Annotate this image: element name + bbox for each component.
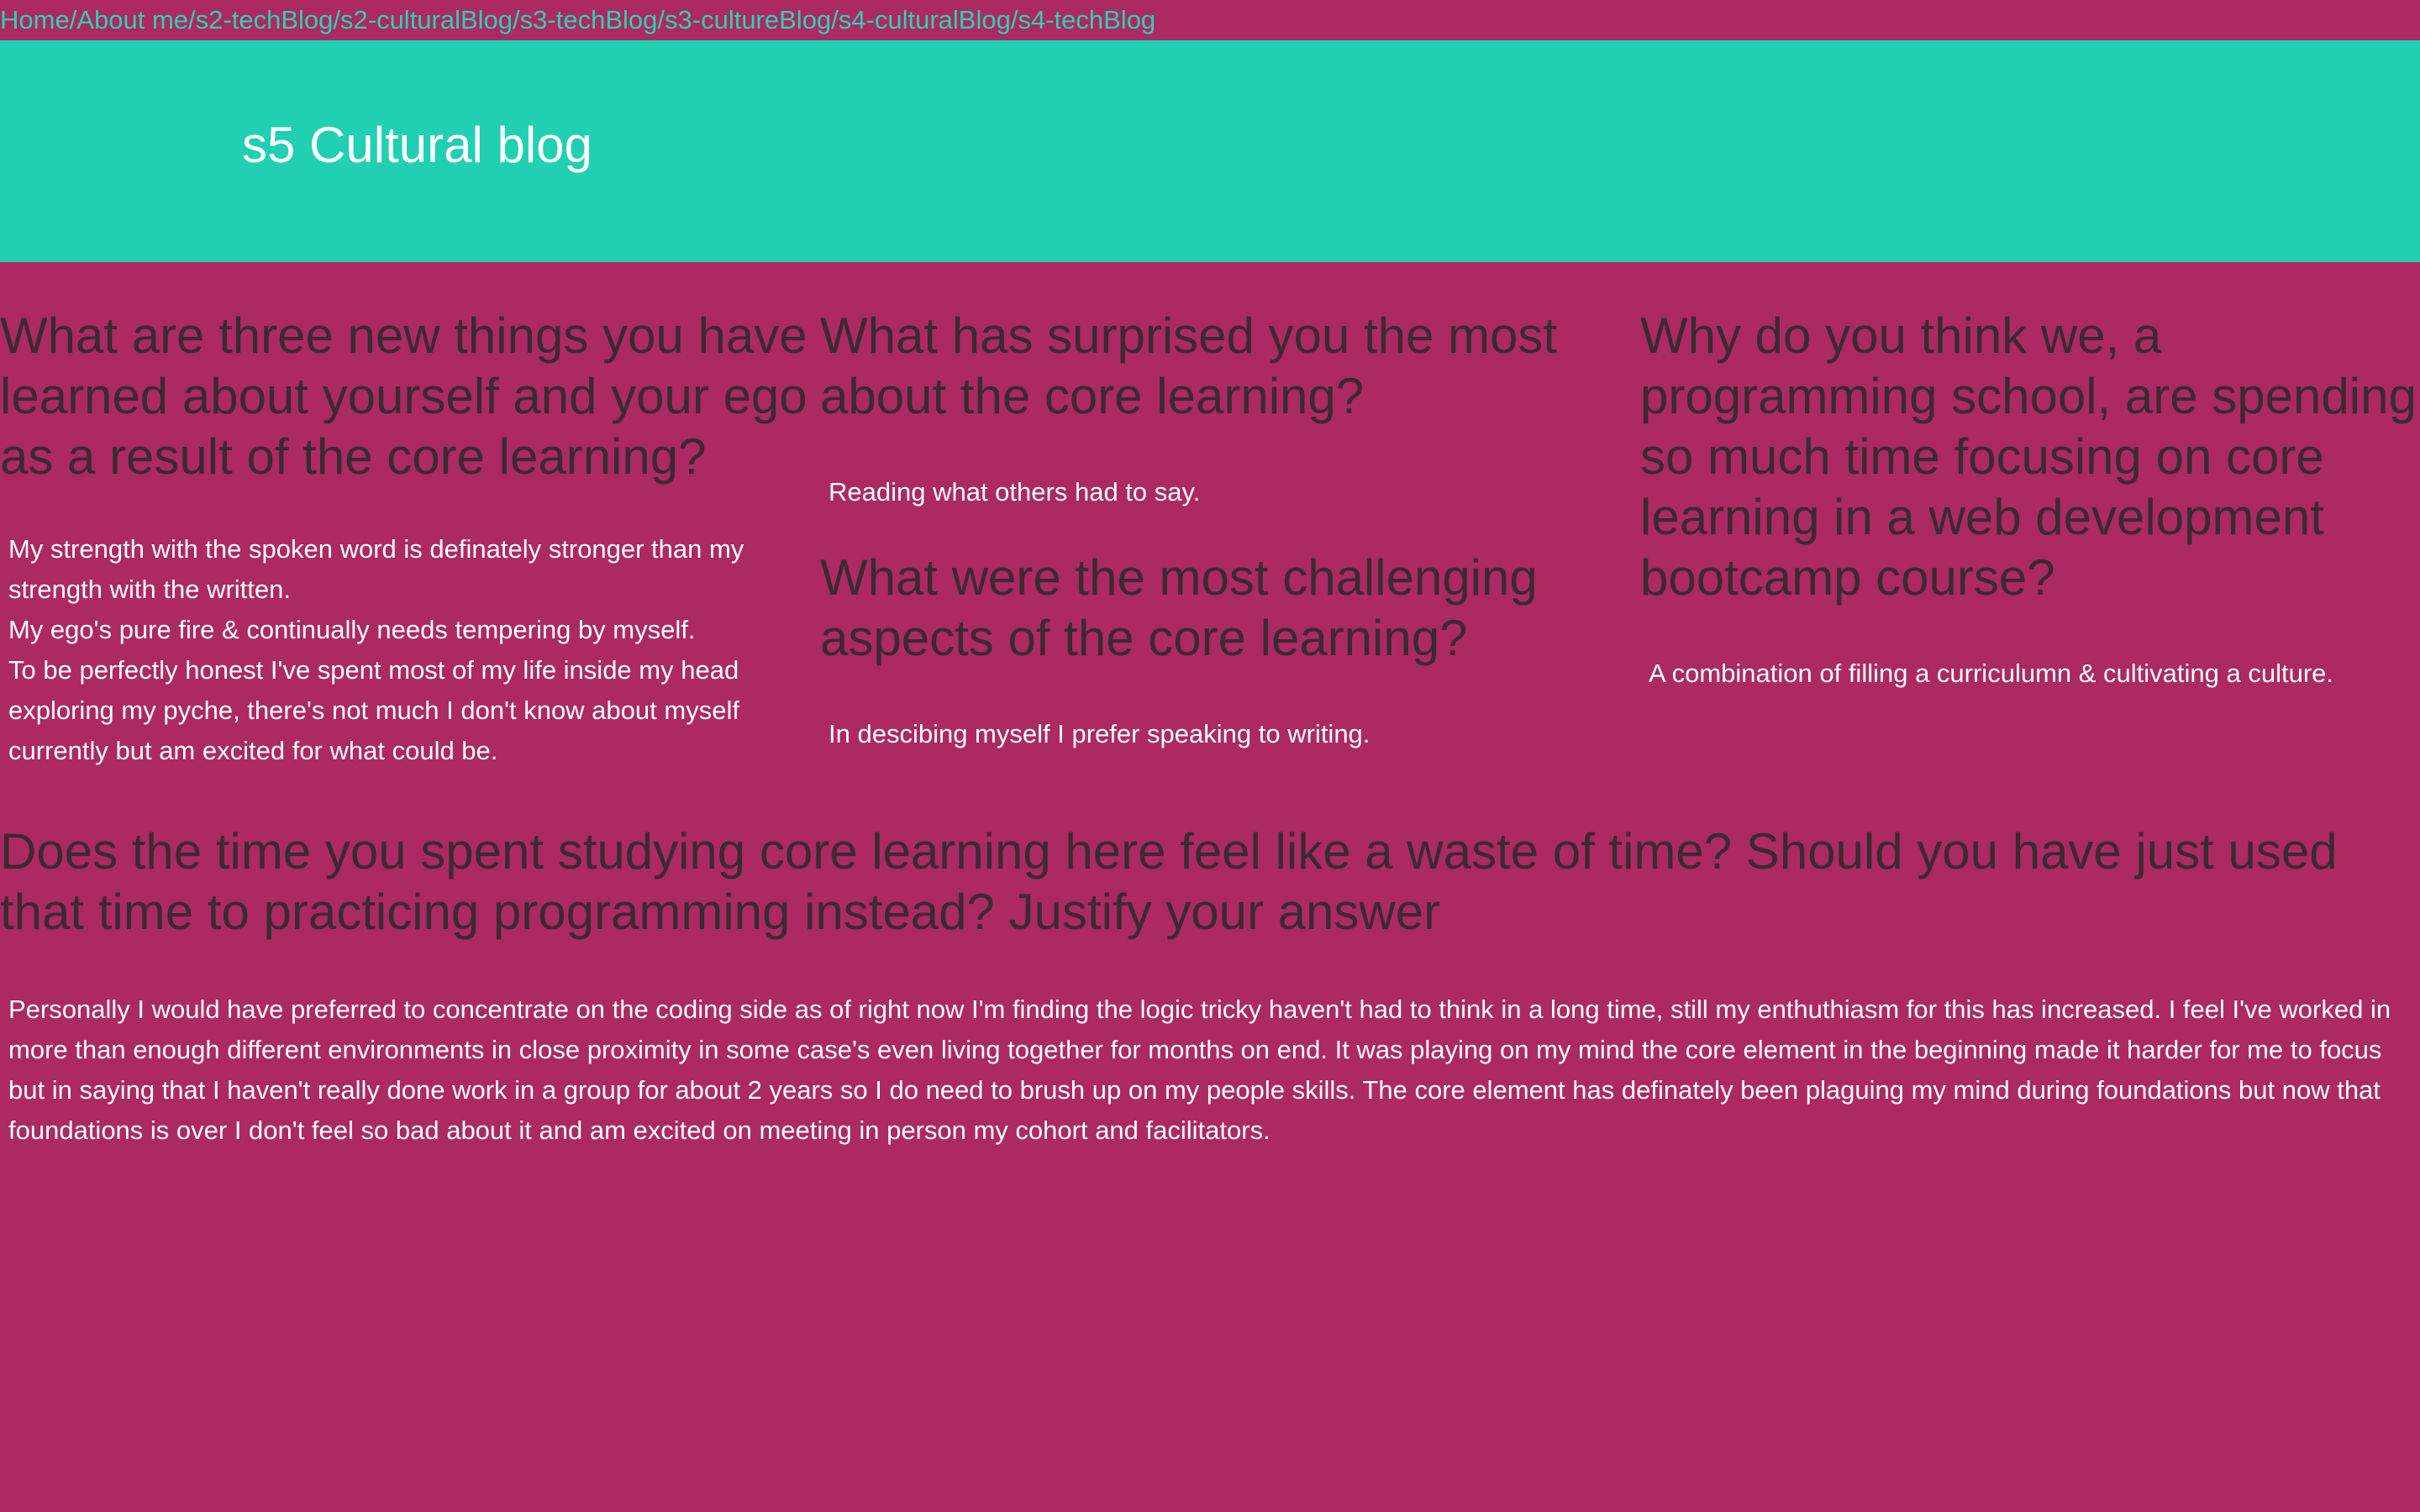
question-columns: What are three new things you have learn… — [0, 306, 2420, 771]
answer-line: To be perfectly honest I've spent most o… — [8, 655, 739, 765]
question-heading: What has surprised you the most about th… — [820, 307, 1558, 424]
question-heading: What are three new things you have learn… — [0, 307, 808, 485]
answer-line: My strength with the spoken word is defi… — [8, 534, 744, 604]
nav-link-s3-techblog[interactable]: s3-techBlog — [520, 0, 658, 40]
section-learned-about-self: What are three new things you have learn… — [0, 306, 820, 771]
nav-separator: / — [1010, 5, 1018, 34]
nav-separator: / — [69, 5, 77, 34]
nav-link-about-me[interactable]: About me — [76, 0, 188, 40]
answer-text: Personally I would have preferred to con… — [8, 995, 2391, 1145]
page-title: s5 Cultural blog — [242, 116, 592, 173]
blog-content: What are three new things you have learn… — [0, 306, 2420, 1151]
answer-text: My strength with the spoken word is defi… — [0, 529, 817, 771]
section-surprises-and-challenges: What has surprised you the most about th… — [820, 306, 1640, 771]
breadcrumb: Home / About me / s2-techBlog / s2-cultu… — [0, 0, 2420, 40]
nav-separator: / — [333, 5, 340, 34]
question-heading: Does the time you spent studying core le… — [0, 823, 2338, 940]
nav-link-home[interactable]: Home — [0, 0, 70, 40]
nav-link-s4-techblog[interactable]: s4-techBlog — [1018, 0, 1155, 40]
question-heading: Why do you think we, a programming schoo… — [1640, 307, 2417, 606]
question-heading: What were the most challenging aspects o… — [820, 549, 1538, 666]
nav-separator: / — [831, 5, 839, 34]
answer-line: My ego's pure fire & continually needs t… — [8, 615, 696, 644]
section-why-core-learning: Why do you think we, a programming schoo… — [1640, 306, 2420, 771]
page-header: s5 Cultural blog — [0, 40, 2420, 262]
answer-text: In descibing myself I prefer speaking to… — [829, 719, 1370, 748]
nav-link-s2-techblog[interactable]: s2-techBlog — [196, 0, 334, 40]
nav-link-s4-culturalblog[interactable]: s4-culturalBlog — [839, 0, 1011, 40]
answer-text: A combination of filling a curriculumn &… — [1649, 659, 2334, 688]
nav-separator: / — [657, 5, 666, 34]
nav-link-s2-culturalblog[interactable]: s2-culturalBlog — [340, 0, 513, 40]
nav-link-s3-cultureblog[interactable]: s3-cultureBlog — [665, 0, 831, 40]
section-waste-of-time: Does the time you spent studying core le… — [0, 822, 2420, 1151]
nav-separator: / — [513, 5, 520, 34]
answer-text: Reading what others had to say. — [829, 477, 1201, 507]
nav-separator: / — [188, 5, 196, 34]
